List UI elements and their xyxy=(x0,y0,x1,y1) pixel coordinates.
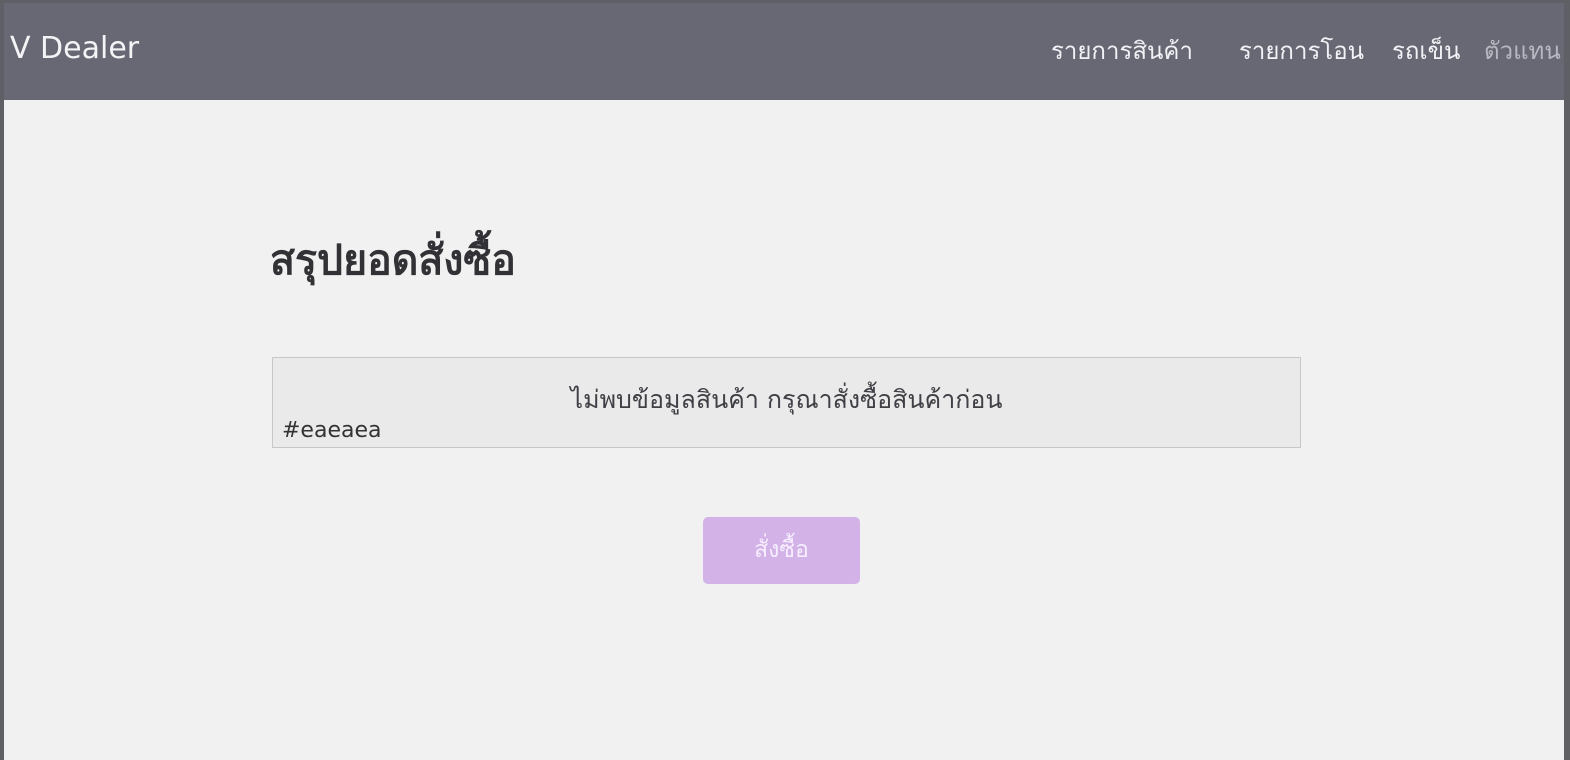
nav-dealer-link[interactable]: ตัวแทน xyxy=(1484,34,1561,68)
nav-transfers-link[interactable]: รายการโอน xyxy=(1239,34,1364,68)
nav-cart-link[interactable]: รถเข็น xyxy=(1392,34,1460,68)
empty-cart-message-box: ไม่พบข้อมูลสินค้า กรุณาสั่งซื้อสินค้าก่อ… xyxy=(272,357,1301,448)
nav-products-link[interactable]: รายการสินค้า xyxy=(1051,34,1193,68)
page-title: สรุปยอดสั่งซื้อ xyxy=(270,236,516,285)
order-button[interactable]: สั่งซื้อ xyxy=(703,517,860,584)
color-code-text: #eaeaea xyxy=(282,418,382,443)
app-window: V Dealer รายการสินค้า รายการโอน รถเข็น ต… xyxy=(4,3,1564,760)
brand-logo[interactable]: V Dealer xyxy=(10,29,139,69)
top-navbar: V Dealer รายการสินค้า รายการโอน รถเข็น ต… xyxy=(4,3,1564,100)
empty-cart-message: ไม่พบข้อมูลสินค้า กรุณาสั่งซื้อสินค้าก่อ… xyxy=(570,385,1003,414)
